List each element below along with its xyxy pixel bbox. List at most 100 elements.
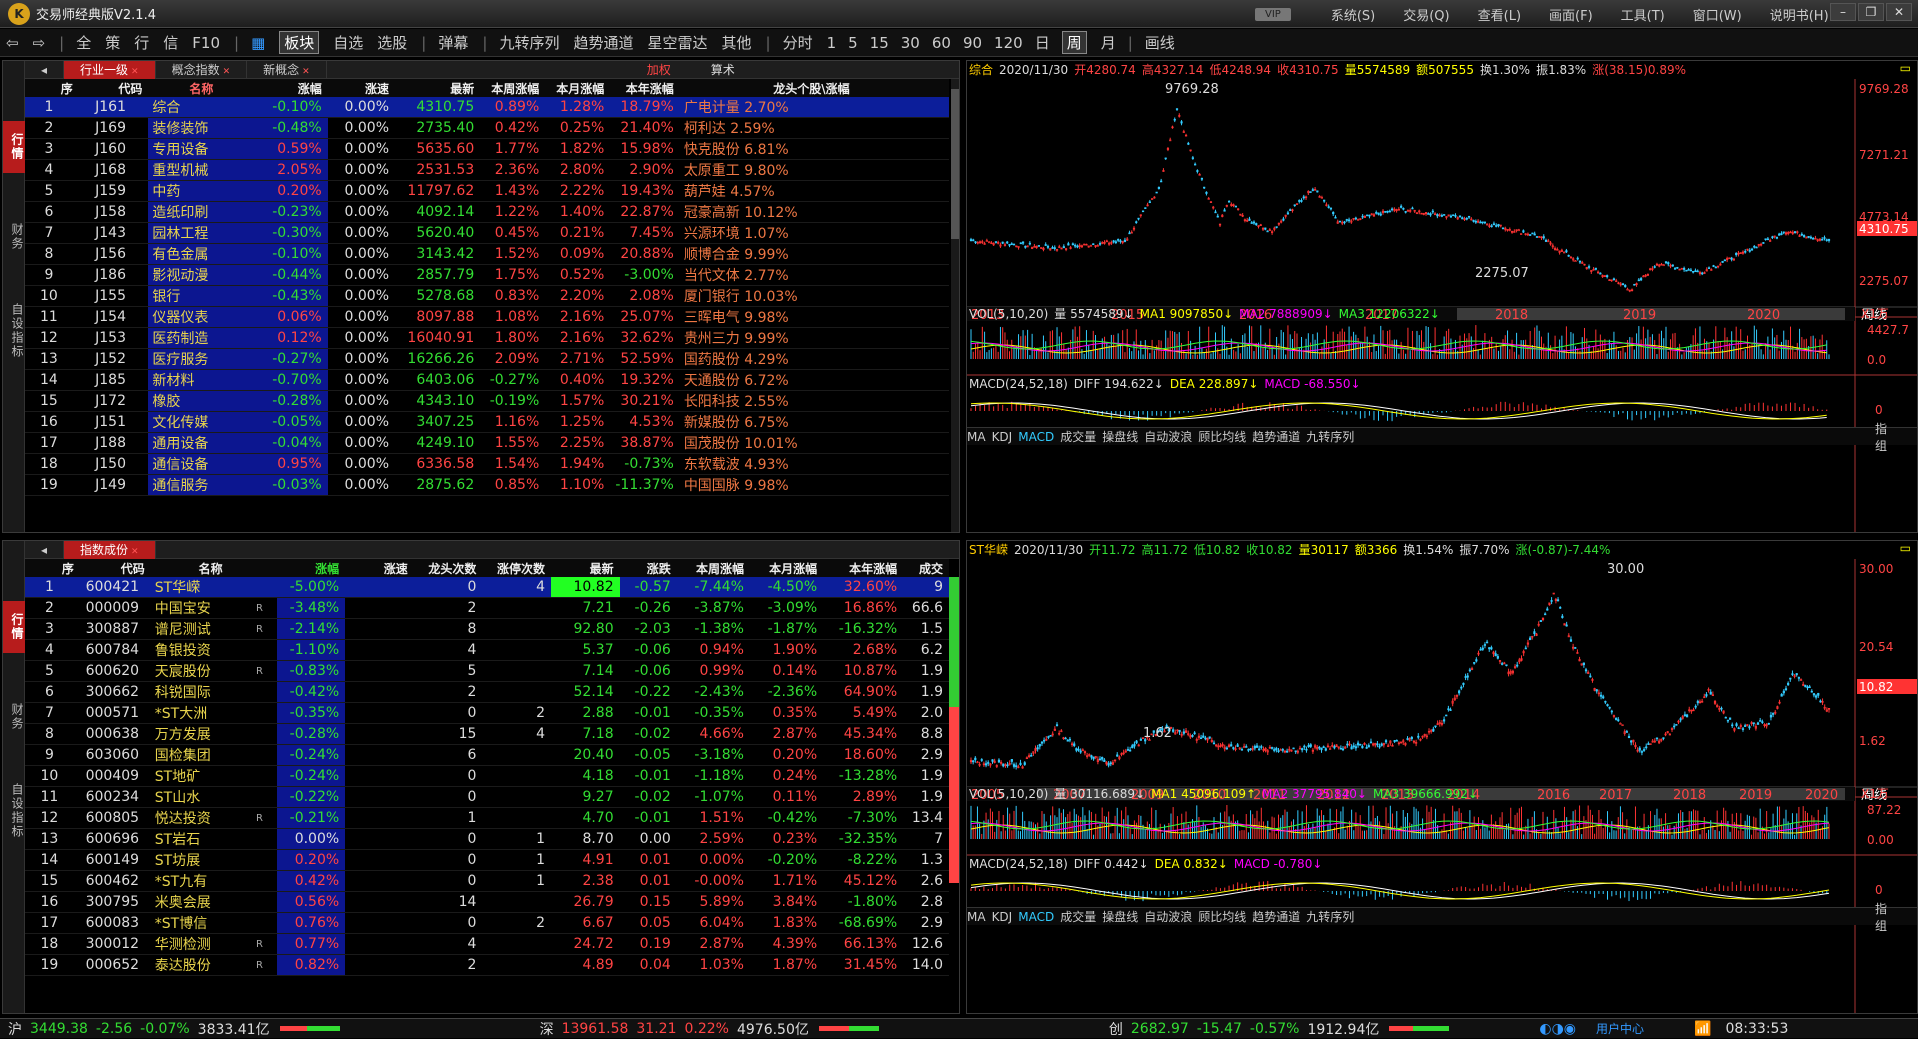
table-row[interactable]: 3 J160 专用设备 0.59% 0.00% 5635.60 1.77% 1.82% 15.9… [25, 138, 949, 160]
menu-item[interactable]: 交易(Q) [1403, 5, 1449, 24]
table-row[interactable]: 2 J169 装修装饰 -0.48% 0.00% 2735.40 0.42% 0.25% 21.… [25, 117, 949, 139]
toolbar-item[interactable]: 120 [994, 34, 1023, 52]
service-icons[interactable]: ◐◑◉ [1539, 1021, 1576, 1037]
toolbar-item[interactable]: 15 [870, 34, 889, 52]
column-header[interactable]: 代码 [78, 79, 149, 97]
table-row[interactable]: 13 J152 医疗服务 -0.27% 0.00% 16266.26 2.09% 2.71% 5… [25, 348, 949, 370]
table-row[interactable]: 9 603060 国检集团 -0.24% 6 20.40 -0.05 -3.18% 0.20% 1… [25, 744, 949, 766]
toolbar-item[interactable]: 趋势通道 [573, 32, 633, 53]
toolbar-item[interactable]: 1 [827, 34, 837, 52]
toolbar-item[interactable]: 九转序列 [499, 32, 559, 53]
index-chart-panel[interactable]: 综合 2020/11/30 开4280.74 高4327.14 低4248.94 收431… [966, 60, 1918, 533]
window-toggle-icon[interactable]: ▭ [1900, 61, 1911, 75]
table-row[interactable]: 15 600462 *ST九有 0.42% 0 1 2.38 0.01 -0.00% 1.71% 4… [25, 870, 949, 892]
column-header[interactable]: 成交 [903, 559, 949, 577]
column-header[interactable]: 本年涨幅 [610, 79, 680, 97]
table-row[interactable]: 17 600083 *ST博信 0.76% 0 2 6.67 0.05 6.04% 1.83% -6… [25, 912, 949, 934]
forward-arrow-icon[interactable]: ⇨ [33, 34, 46, 52]
toolbar-item[interactable]: 策 [105, 32, 120, 53]
toolbar-item[interactable]: 板块 [279, 31, 320, 54]
toolbar-item[interactable]: 星空雷达 [647, 32, 707, 53]
table-row[interactable]: 15 J172 橡胶 -0.28% 0.00% 4343.10 -0.19% 1.57% 30.… [25, 390, 949, 412]
table-row[interactable]: 12 J153 医药制造 0.12% 0.00% 16040.91 1.80% 2.16% 32… [25, 327, 949, 349]
toolbar-item[interactable]: F10 [192, 34, 220, 52]
column-header[interactable]: 本月涨幅 [749, 559, 824, 577]
indicator-group-tab[interactable]: 组 [1875, 919, 1887, 933]
indicator-tab[interactable]: KDJ [992, 430, 1013, 444]
table-row[interactable]: 5 J159 中药 0.20% 0.00% 11797.62 1.43% 2.22% 19.43… [25, 180, 949, 202]
column-header[interactable]: 序 [25, 559, 80, 577]
toolbar-item[interactable]: 90 [963, 34, 982, 52]
table-row[interactable]: 13 600696 ST岩石 0.00% 0 1 8.70 0.00 2.59% 0.23% -32… [25, 828, 949, 850]
menu-item[interactable]: 窗口(W) [1693, 5, 1742, 24]
indicator-tab[interactable]: 成交量 [1060, 908, 1096, 925]
column-header[interactable]: 本年涨幅 [823, 559, 904, 577]
toolbar-item[interactable]: 选股 [377, 32, 407, 53]
table-row[interactable]: 1 J161 综合 -0.10% 0.00% 4310.75 0.89% 1.28% 18.79… [25, 97, 949, 118]
toolbar-item[interactable]: 月 [1101, 32, 1116, 53]
candlestick-chart[interactable]: 9769.287271.214773.144310.752275.079769.… [967, 61, 1918, 533]
indicator-tab[interactable]: 自动波浪 [1144, 908, 1192, 925]
indicator-tab[interactable]: 操盘线 [1102, 428, 1138, 445]
toolbar-item[interactable]: 30 [901, 34, 920, 52]
table-row[interactable]: 18 300012 华测检测 R 0.77% 4 24.72 0.19 2.87% 4.39% 66… [25, 933, 949, 955]
column-header[interactable]: 涨幅 [260, 79, 328, 97]
indicator-tab[interactable]: 顾比均线 [1198, 908, 1246, 925]
indicator-tab[interactable]: MA [967, 430, 986, 444]
table-row[interactable]: 11 600234 ST山水 -0.22% 0 9.27 -0.02 -1.07% 0.11% 2… [25, 786, 949, 808]
column-header[interactable]: 涨停次数 [482, 559, 551, 577]
column-header[interactable]: 最新 [551, 559, 620, 577]
toolbar-item[interactable]: 信 [163, 32, 178, 53]
table-row[interactable]: 10 J155 银行 -0.43% 0.00% 5278.68 0.83% 2.20% 2.08… [25, 285, 949, 307]
table-row[interactable]: 8 000638 万方发展 -0.28% 15 4 7.18 -0.02 4.66% 2.87% 4… [25, 723, 949, 745]
side-tab-custom-indicator[interactable]: 自设指标 [3, 281, 25, 381]
indicator-tab[interactable]: KDJ [992, 910, 1013, 924]
indicator-tab[interactable]: 自动波浪 [1144, 428, 1192, 445]
table-row[interactable]: 18 J150 通信设备 0.95% 0.00% 6336.58 1.54% 1.94% -0.… [25, 453, 949, 475]
table-row[interactable]: 3 300887 谱尼测试 R -2.14% 8 92.80 -2.03 -1.38% -1.87… [25, 618, 949, 640]
table-row[interactable]: 9 J186 影视动漫 -0.44% 0.00% 2857.79 1.75% 0.52% -3.… [25, 264, 949, 286]
toolbar-item[interactable]: 其他 [721, 32, 751, 53]
scrollbar[interactable] [951, 79, 959, 532]
indicator-tab[interactable]: 趋势通道 [1252, 908, 1300, 925]
table-row[interactable]: 19 J149 通信服务 -0.03% 0.00% 2875.62 0.85% 1.10% -1… [25, 474, 949, 496]
menu-item[interactable]: 系统(S) [1331, 5, 1375, 24]
indicator-tab[interactable]: 顾比均线 [1198, 428, 1246, 445]
column-header[interactable]: 龙头次数 [413, 559, 483, 577]
user-center-link[interactable]: 用户中心 [1596, 1020, 1644, 1037]
table-row[interactable]: 16 300795 米奥会展 0.56% 14 26.79 0.15 5.89% 3.84% -1… [25, 891, 949, 913]
table-row[interactable]: 19 000652 泰达股份 R 0.82% 2 4.89 0.04 1.03% 1.87% 31.… [25, 954, 949, 976]
window-toggle-icon[interactable]: ▭ [1900, 541, 1911, 555]
table-row[interactable]: 17 J188 通用设备 -0.04% 0.00% 4249.10 1.55% 2.25% 38… [25, 432, 949, 454]
indicator-tab[interactable]: 九转序列 [1306, 908, 1354, 925]
toolbar-item[interactable]: 全 [76, 32, 91, 53]
panel-layout-icon[interactable]: ▦ [251, 34, 265, 52]
toolbar-item[interactable]: 画线 [1145, 32, 1175, 53]
toolbar-item[interactable]: 日 [1035, 32, 1050, 53]
minimize-button[interactable]: – [1830, 3, 1856, 21]
column-header[interactable]: 涨速 [327, 79, 396, 97]
column-header[interactable]: 涨跌 [619, 559, 677, 577]
table-row[interactable]: 14 600149 ST坊展 0.20% 0 1 4.91 0.01 0.00% -0.20% -8… [25, 849, 949, 871]
menu-item[interactable]: 画面(F) [1549, 5, 1593, 24]
indicator-tab[interactable]: MACD [1018, 910, 1054, 924]
column-header[interactable]: 序 [25, 79, 79, 97]
indicator-group-tab[interactable]: 指 [1875, 902, 1887, 916]
column-header[interactable]: 本月涨幅 [545, 79, 611, 97]
indicator-tab[interactable]: 成交量 [1060, 428, 1096, 445]
toolbar-item[interactable]: 分时 [783, 32, 813, 53]
table-row[interactable]: 8 J156 有色金属 -0.10% 0.00% 3143.42 1.52% 0.09% 20.… [25, 243, 949, 265]
toolbar-item[interactable]: 周 [1061, 31, 1087, 54]
tab-industry-level1[interactable]: 行业一级 ✕ [64, 61, 156, 79]
column-header[interactable]: 本周涨幅 [676, 559, 750, 577]
side-tab-custom-indicator[interactable]: 自设指标 [3, 761, 25, 861]
table-row[interactable]: 6 J158 造纸印刷 -0.23% 0.00% 4092.14 1.22% 1.40% 22.… [25, 201, 949, 223]
stock-chart-panel[interactable]: ST华嵘 2020/11/30 开11.72 高11.72 低10.82 收10.82 量3… [966, 540, 1918, 1014]
toolbar-item[interactable]: 弹幕 [438, 32, 468, 53]
table-row[interactable]: 10 000409 ST地矿 -0.24% 0 4.18 -0.01 -1.18% 0.24% -… [25, 765, 949, 787]
menu-item[interactable]: 查看(L) [1478, 5, 1521, 24]
column-header[interactable]: 名称 [148, 79, 261, 97]
weighted-button[interactable]: 加权 [647, 61, 671, 78]
menu-item[interactable]: 工具(T) [1621, 5, 1665, 24]
indicator-group-tab[interactable]: 指 [1875, 422, 1887, 436]
